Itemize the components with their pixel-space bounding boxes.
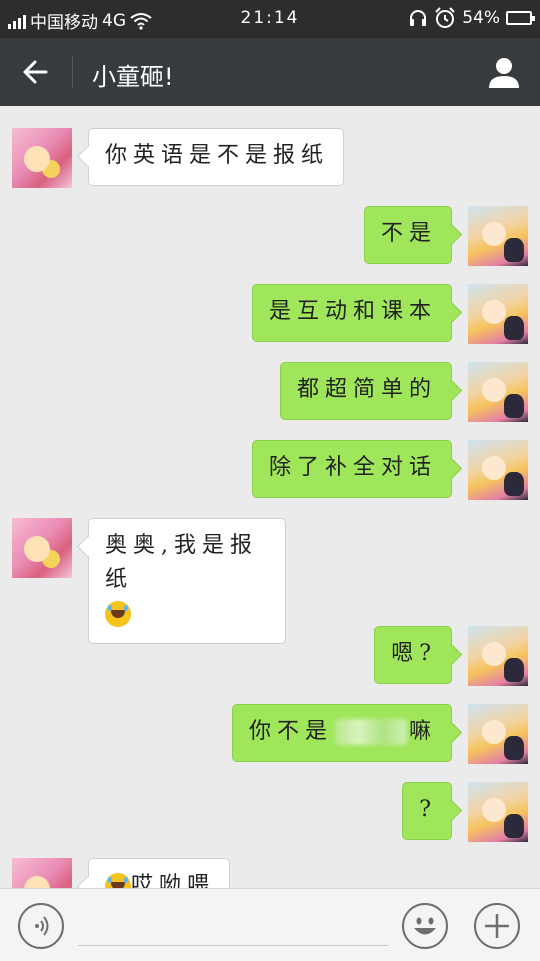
- person-icon[interactable]: [486, 54, 522, 90]
- voice-button[interactable]: [18, 903, 64, 949]
- message-text: ?: [419, 797, 437, 822]
- more-button[interactable]: [474, 903, 520, 949]
- message-row: 哎呦喂: [12, 858, 231, 888]
- battery-icon: [506, 11, 535, 25]
- message-row: 除了补全对话: [251, 440, 528, 500]
- message-bubble[interactable]: 你英语是不是报纸: [88, 128, 345, 186]
- user-avatar[interactable]: [468, 362, 528, 422]
- title-divider: [72, 56, 73, 88]
- voice-icon: [35, 916, 49, 936]
- message-row: 你英语是不是报纸: [12, 128, 345, 188]
- arrow-left-icon[interactable]: [18, 54, 54, 90]
- message-text: 你英语是不是报纸: [105, 143, 330, 168]
- tears-of-joy-emoji-icon: [105, 873, 131, 888]
- message-text: 嘛: [408, 719, 437, 744]
- contact-avatar[interactable]: [12, 858, 72, 888]
- message-text: 除了补全对话: [268, 455, 437, 480]
- user-avatar[interactable]: [468, 284, 528, 344]
- user-avatar[interactable]: [468, 782, 528, 842]
- status-right: 54%: [408, 7, 535, 29]
- message-bubble[interactable]: 都超简单的: [279, 362, 452, 420]
- tears-of-joy-emoji-icon: [105, 601, 131, 627]
- message-row: 都超简单的: [279, 362, 528, 422]
- smiley-icon: [414, 917, 436, 935]
- message-bubble[interactable]: 嗯?: [374, 626, 452, 684]
- chat-title: 小童砸!: [92, 63, 174, 91]
- message-input[interactable]: [78, 945, 388, 946]
- message-row: 奥奥,我是报纸: [12, 518, 286, 644]
- message-bubble[interactable]: 你不是 嘛: [231, 704, 452, 762]
- message-text: 是互动和课本: [268, 299, 437, 324]
- battery-percent: 54%: [462, 8, 500, 28]
- message-row: 不是: [363, 206, 528, 266]
- message-bubble[interactable]: 奥奥,我是报纸: [88, 518, 286, 644]
- title-bar: 小童砸!: [0, 38, 540, 106]
- message-row: 你不是 嘛: [231, 704, 528, 764]
- message-bubble[interactable]: 哎呦喂: [88, 858, 231, 888]
- plus-icon: [485, 914, 509, 938]
- user-avatar[interactable]: [468, 626, 528, 686]
- message-bubble[interactable]: 不是: [363, 206, 452, 264]
- input-bar: [0, 888, 540, 961]
- status-bar: 中国移动 4G 21:14 54%: [0, 0, 540, 38]
- user-avatar[interactable]: [468, 704, 528, 764]
- message-text: 奥奥,我是报纸: [105, 533, 258, 592]
- message-bubble[interactable]: 是互动和课本: [251, 284, 452, 342]
- message-text: 都超简单的: [296, 377, 437, 402]
- headphones-icon: [410, 10, 427, 26]
- user-avatar[interactable]: [468, 206, 528, 266]
- message-row: 是互动和课本: [251, 284, 528, 344]
- user-avatar[interactable]: [468, 440, 528, 500]
- message-bubble[interactable]: ?: [402, 782, 452, 840]
- message-row: 嗯?: [374, 626, 528, 686]
- contact-avatar[interactable]: [12, 518, 72, 578]
- message-bubble[interactable]: 除了补全对话: [251, 440, 452, 498]
- message-text: 不是: [380, 221, 437, 246]
- alarm-icon: [435, 7, 455, 28]
- message-text: 嗯?: [391, 641, 437, 666]
- contact-avatar[interactable]: [12, 128, 72, 188]
- blurred-redaction: [334, 719, 407, 745]
- message-text: 哎呦喂: [131, 873, 216, 888]
- message-row: ?: [402, 782, 528, 842]
- message-text: 你不是: [248, 719, 333, 744]
- emoji-button[interactable]: [402, 903, 448, 949]
- chat-area[interactable]: 你英语是不是报纸 不是 是互动和课本 都超简单的 除了补全对话 奥奥,我是报纸 …: [0, 106, 540, 888]
